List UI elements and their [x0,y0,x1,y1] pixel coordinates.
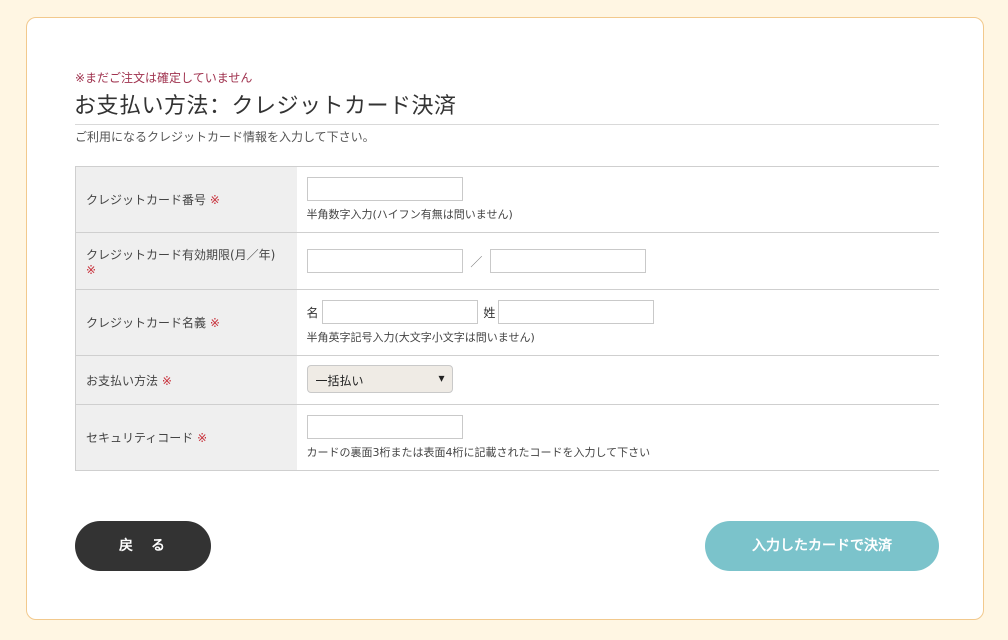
credit-card-form: クレジットカード番号 ※ 半角数字入力(ハイフン有無は問いません) クレジットカ… [75,166,939,471]
card-number-cell: 半角数字入力(ハイフン有無は問いません) [296,166,939,233]
title-divider [75,124,939,125]
expiry-label-cell: クレジットカード有効期限(月／年) ※ [75,232,297,290]
payment-card: ※まだご注文は確定していません お支払い方法：クレジットカード決済 ご利用になる… [26,17,984,620]
payment-method-cell: 一括払い ▾ [296,355,939,405]
payment-method-select[interactable]: 一括払い ▾ [306,364,453,393]
last-name-input[interactable] [498,300,655,324]
required-mark: ※ [86,262,97,277]
row-card-number: クレジットカード番号 ※ 半角数字入力(ハイフン有無は問いません) [75,166,939,233]
payment-method-label: お支払い方法 [86,373,159,388]
last-name-label: 姓 [483,305,496,320]
row-payment-method: お支払い方法 ※ 一括払い ▾ [75,355,939,405]
required-mark: ※ [161,373,172,388]
card-name-label-cell: クレジットカード名義 ※ [75,289,297,356]
expiry-separator: ／ [470,254,483,269]
security-code-label: セキュリティコード [86,431,194,445]
row-card-name: クレジットカード名義 ※ 名 姓 半角英字記号入力(大文字小文字は問いません) [75,289,939,356]
back-button[interactable]: 戻 る [75,521,211,571]
security-code-label-cell: セキュリティコード ※ [75,404,297,471]
card-name-help: 半角英字記号入力(大文字小文字は問いません) [306,331,535,344]
security-code-help: カードの裏面3桁または表面4桁に記載されたコードを入力して下さい [306,446,651,459]
page-subtitle: ご利用になるクレジットカード情報を入力して下さい。 [75,130,375,144]
required-mark: ※ [197,431,208,445]
expiry-cell: ／ [296,232,939,290]
row-security-code: セキュリティコード ※ カードの裏面3桁または表面4桁に記載されたコードを入力し… [75,404,939,471]
expiry-year-input[interactable] [490,249,647,273]
card-number-label: クレジットカード番号 [86,193,207,207]
card-name-label: クレジットカード名義 [86,316,207,330]
required-mark: ※ [209,193,220,207]
pay-with-card-button[interactable]: 入力したカードで決済 [705,521,939,571]
card-number-input[interactable] [306,177,463,201]
required-mark: ※ [209,316,220,330]
first-name-input[interactable] [321,300,478,324]
payment-method-selected: 一括払い [315,373,364,388]
expiry-month-input[interactable] [306,249,463,273]
first-name-label: 名 [306,305,319,320]
order-not-confirmed-notice: ※まだご注文は確定していません [75,71,253,85]
chevron-down-icon: ▾ [438,370,445,385]
expiry-label: クレジットカード有効期限(月／年) [86,247,276,262]
security-code-cell: カードの裏面3桁または表面4桁に記載されたコードを入力して下さい [296,404,939,471]
row-expiry: クレジットカード有効期限(月／年) ※ ／ [75,232,939,290]
card-number-label-cell: クレジットカード番号 ※ [75,166,297,233]
page-title: お支払い方法：クレジットカード決済 [74,94,457,119]
card-name-cell: 名 姓 半角英字記号入力(大文字小文字は問いません) [296,289,939,356]
card-number-help: 半角数字入力(ハイフン有無は問いません) [306,208,513,221]
payment-method-label-cell: お支払い方法 ※ [75,355,297,405]
security-code-input[interactable] [306,415,463,439]
